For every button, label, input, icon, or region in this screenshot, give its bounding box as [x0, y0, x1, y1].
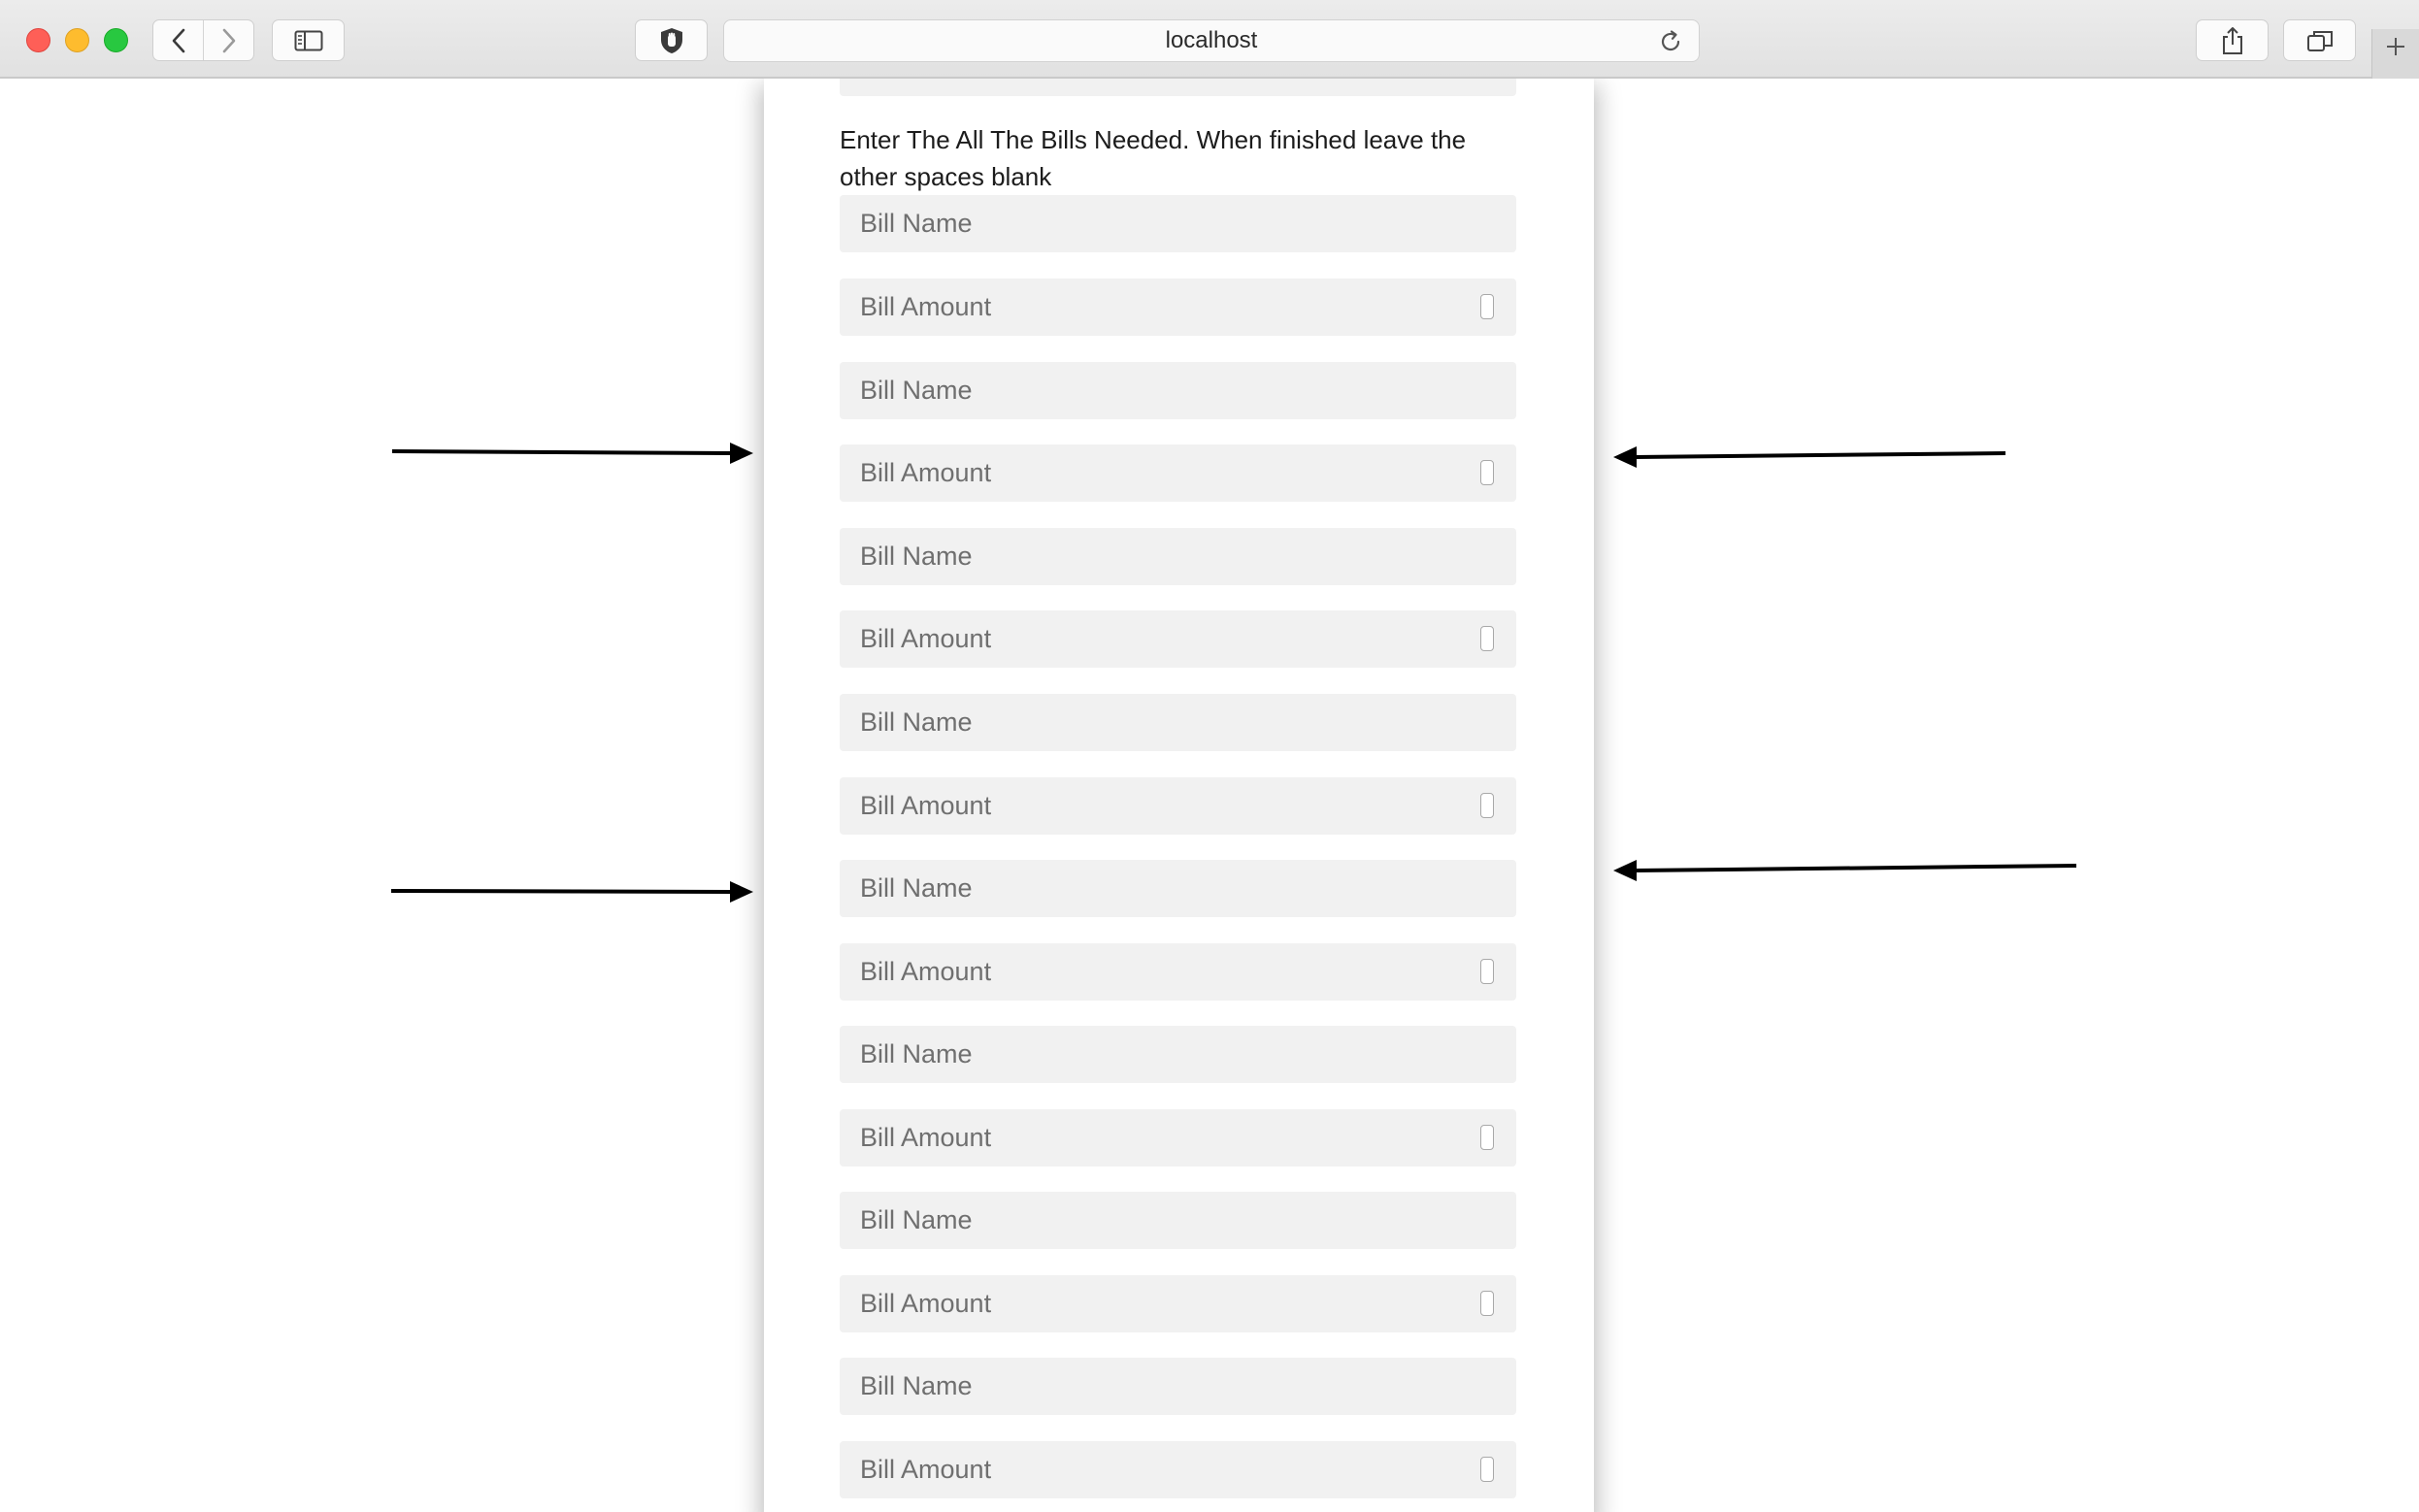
bill-amount-field: [840, 610, 1516, 668]
bill-name-input[interactable]: [840, 1026, 1516, 1083]
forward-button[interactable]: [204, 20, 253, 60]
bill-amount-input[interactable]: [840, 444, 1516, 502]
chevron-left-icon: [172, 28, 184, 52]
bill-name-input[interactable]: [840, 362, 1516, 419]
shield-hand-icon: [660, 27, 682, 53]
tabs-overview-icon: [2306, 30, 2333, 51]
number-stepper[interactable]: [1480, 1125, 1494, 1150]
bill-amount-input[interactable]: [840, 279, 1516, 336]
share-button[interactable]: [2196, 19, 2269, 61]
bill-name-input[interactable]: [840, 195, 1516, 252]
reload-icon[interactable]: [1658, 29, 1683, 54]
bill-name-input[interactable]: [840, 1192, 1516, 1249]
number-stepper[interactable]: [1480, 1457, 1494, 1482]
privacy-report-button[interactable]: [635, 19, 708, 61]
chevron-right-icon: [222, 28, 235, 52]
number-stepper[interactable]: [1480, 1291, 1494, 1316]
bill-amount-field: [840, 444, 1516, 502]
number-stepper[interactable]: [1480, 460, 1494, 485]
sidebar-toggle-button[interactable]: [272, 19, 345, 61]
bill-amount-field: [840, 279, 1516, 336]
bills-instructions: Enter The All The Bills Needed. When fin…: [840, 125, 1467, 191]
bill-amount-input[interactable]: [840, 1441, 1516, 1498]
number-stepper[interactable]: [1480, 626, 1494, 651]
bill-amount-input[interactable]: [840, 943, 1516, 1001]
bill-amount-input[interactable]: [840, 1109, 1516, 1167]
number-stepper[interactable]: [1480, 793, 1494, 818]
previous-field-partial[interactable]: [840, 79, 1516, 96]
bill-amount-input[interactable]: [840, 610, 1516, 668]
address-bar[interactable]: localhost: [723, 19, 1700, 62]
bill-name-input[interactable]: [840, 528, 1516, 585]
bill-amount-input[interactable]: [840, 777, 1516, 835]
number-stepper[interactable]: [1480, 294, 1494, 319]
back-button[interactable]: [153, 20, 204, 60]
bill-name-input[interactable]: [840, 1358, 1516, 1415]
bill-amount-field: [840, 1109, 1516, 1167]
bill-name-input[interactable]: [840, 860, 1516, 917]
minimize-window-button[interactable]: [65, 28, 89, 52]
tab-overview-button[interactable]: [2283, 19, 2356, 61]
sidebar-icon: [294, 30, 322, 50]
bill-name-input[interactable]: [840, 694, 1516, 751]
browser-toolbar: localhost: [0, 0, 2419, 79]
bill-amount-field: [840, 1441, 1516, 1498]
plus-icon: [2387, 38, 2404, 55]
maximize-window-button[interactable]: [104, 28, 128, 52]
navigation-buttons: [152, 19, 254, 61]
share-icon: [2222, 26, 2242, 54]
bill-amount-field: [840, 1275, 1516, 1332]
bill-amount-field: [840, 777, 1516, 835]
new-tab-button[interactable]: [2371, 29, 2419, 79]
number-stepper[interactable]: [1480, 959, 1494, 984]
page-viewport: Enter The All The Bills Needed. When fin…: [0, 79, 2419, 1512]
form-card: Enter The All The Bills Needed. When fin…: [764, 79, 1594, 1512]
close-window-button[interactable]: [26, 28, 50, 52]
bill-amount-field: [840, 943, 1516, 1001]
url-text: localhost: [1165, 27, 1258, 53]
bill-amount-input[interactable]: [840, 1275, 1516, 1332]
